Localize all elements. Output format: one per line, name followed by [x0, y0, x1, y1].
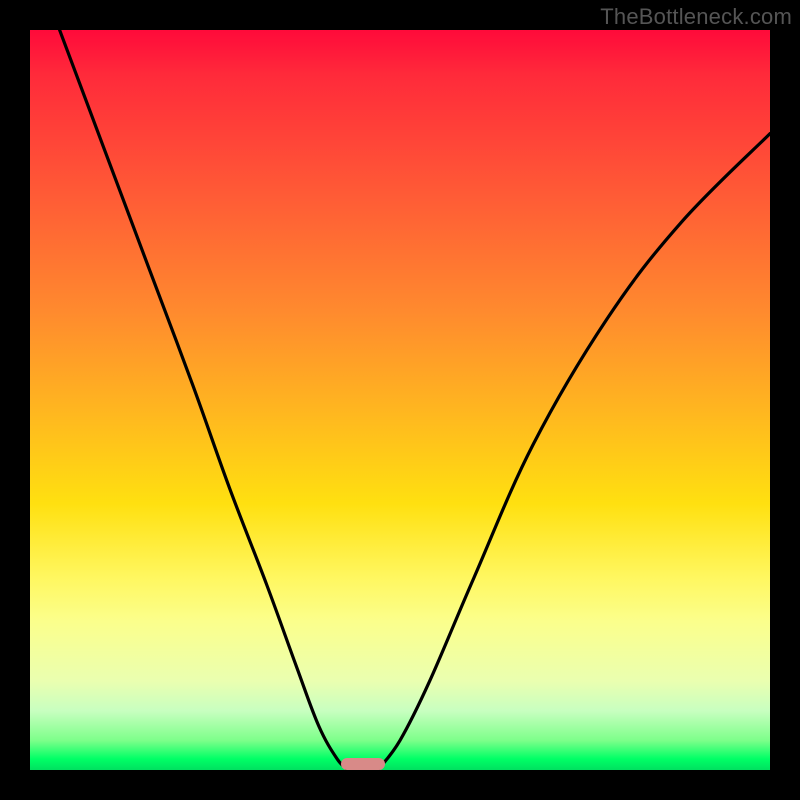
curves-svg	[30, 30, 770, 770]
watermark-text: TheBottleneck.com	[600, 4, 792, 30]
left-curve	[60, 30, 349, 770]
chart-frame: TheBottleneck.com	[0, 0, 800, 800]
bottleneck-marker	[341, 758, 385, 770]
right-curve	[378, 134, 770, 770]
plot-area	[30, 30, 770, 770]
